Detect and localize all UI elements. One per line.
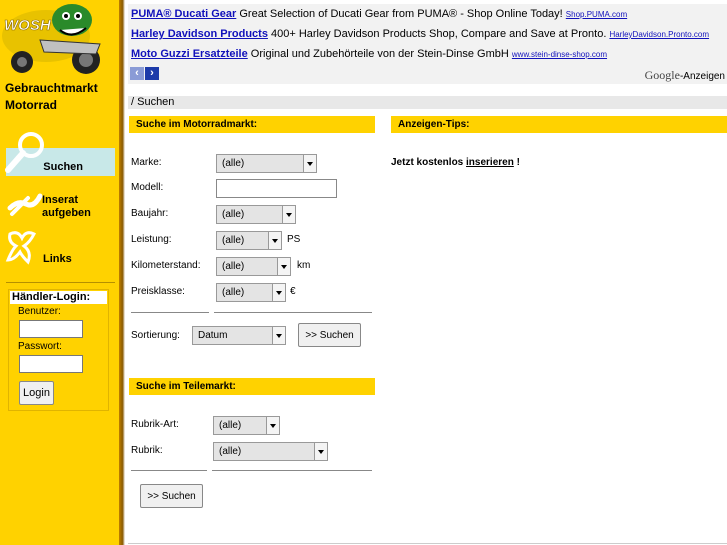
sidebar-shadow (119, 0, 125, 545)
ad-text: Great Selection of Ducati Gear from PUMA… (236, 8, 566, 20)
ads-suffix: -Anzeigen (679, 71, 725, 82)
ad-url-link[interactable]: Shop.PUMA.com (566, 10, 627, 19)
preisklasse-select[interactable]: (alle) (216, 283, 286, 302)
nav-label-links: Links (43, 253, 72, 265)
ad-panel: PUMA® Ducati Gear Great Selection of Duc… (128, 4, 727, 84)
leistung-value: (alle) (222, 235, 245, 246)
form-divider (212, 470, 372, 471)
marke-value: (alle) (222, 158, 245, 169)
ad-url-link[interactable]: HarleyDavidson.Pronto.com (609, 30, 709, 39)
dealer-login-box: Händler-Login: Benutzer: Passwort: Login (8, 289, 109, 411)
rubrik-art-select[interactable]: (alle) (213, 416, 280, 435)
tips-text-before: Jetzt kostenlos (391, 157, 467, 168)
ad-url-link[interactable]: www.stein-dinse-shop.com (512, 50, 607, 59)
username-label: Benutzer: (18, 306, 61, 317)
login-button[interactable]: Login (19, 381, 54, 405)
ad-text: Original und Zubehörteile von der Stein-… (247, 48, 512, 60)
brand-title: Gebrauchtmarkt Motorrad (5, 80, 98, 114)
rubrik-select[interactable]: (alle) (213, 442, 328, 461)
nav-item-links[interactable]: Links (5, 230, 115, 268)
baujahr-label: Baujahr: (131, 208, 169, 219)
ad-text: 400+ Harley Davidson Products Shop, Comp… (267, 28, 610, 40)
breadcrumb: / Suchen (128, 96, 727, 109)
login-title: Händler-Login: (10, 291, 107, 304)
preisklasse-label: Preisklasse: (131, 286, 185, 297)
tips-header: Anzeigen-Tips: (391, 116, 727, 133)
svg-text:WOSH: WOSH (4, 17, 52, 34)
ad-title-link[interactable]: PUMA® Ducati Gear (131, 8, 236, 20)
chevron-down-icon (314, 443, 327, 460)
nav-label-suchen: Suchen (43, 161, 83, 173)
nav-item-inserat[interactable]: Inserat aufgeben (6, 190, 115, 224)
pen-icon (7, 193, 43, 216)
ad-title-link[interactable]: Moto Guzzi Ersatzteile (131, 48, 248, 60)
ad-prev-button[interactable]: ‹ (130, 67, 144, 80)
ad-item: PUMA® Ducati Gear Great Selection of Duc… (131, 8, 627, 20)
links-icon (5, 231, 37, 265)
kilometerstand-select[interactable]: (alle) (216, 257, 291, 276)
leistung-label: Leistung: (131, 234, 172, 245)
ad-item: Harley Davidson Products 400+ Harley Dav… (131, 28, 709, 40)
baujahr-value: (alle) (222, 209, 245, 220)
chevron-down-icon (266, 417, 279, 434)
brand-line-1: Gebrauchtmarkt (5, 81, 98, 95)
ad-item: Moto Guzzi Ersatzteile Original und Zube… (131, 48, 607, 60)
teile-search-header: Suche im Teilemarkt: (129, 378, 375, 395)
brand-line-2: Motorrad (5, 98, 57, 112)
google-logo: Google (644, 68, 680, 82)
nav-label-inserat: Inserat aufgeben (42, 194, 91, 219)
site-logo[interactable]: WOSH (0, 0, 119, 78)
chevron-down-icon (303, 155, 316, 172)
chevron-down-icon (272, 327, 285, 344)
motorrad-search-button[interactable]: >> Suchen (298, 323, 361, 347)
modell-label: Modell: (131, 182, 164, 193)
nav-item-suchen[interactable]: Suchen (5, 132, 115, 176)
insert-ad-link[interactable]: inserieren (466, 157, 514, 168)
sortierung-label: Sortierung: (131, 330, 180, 341)
form-divider (131, 470, 207, 471)
chevron-down-icon (282, 206, 295, 223)
rubrik-art-label: Rubrik-Art: (131, 419, 179, 430)
form-divider (214, 312, 372, 313)
tips-text-after: ! (513, 157, 520, 168)
rubrik-value: (alle) (219, 446, 242, 457)
tips-text: Jetzt kostenlos inserieren ! (391, 157, 520, 168)
form-divider (131, 312, 209, 313)
sidebar: WOSH Gebrauchtmarkt Motorrad Suchen Inse… (0, 0, 119, 545)
password-label: Passwort: (18, 341, 62, 352)
sidebar-divider (6, 282, 115, 283)
kilometerstand-unit: km (297, 260, 311, 271)
rubrik-label: Rubrik: (131, 445, 163, 456)
chevron-down-icon (272, 284, 285, 301)
ad-next-button[interactable]: › (145, 67, 159, 80)
username-input[interactable] (19, 320, 83, 338)
motorrad-search-header: Suche im Motorradmarkt: (129, 116, 375, 133)
chevron-right-icon: › (150, 67, 154, 79)
preisklasse-unit: € (290, 286, 296, 297)
chevron-down-icon (268, 232, 281, 249)
sortierung-select[interactable]: Datum (192, 326, 286, 345)
google-ads-label[interactable]: Google-Anzeigen (645, 68, 725, 83)
leistung-select[interactable]: (alle) (216, 231, 282, 250)
ad-title-link[interactable]: Harley Davidson Products (131, 28, 268, 40)
footer-divider (128, 543, 727, 544)
marke-label: Marke: (131, 157, 162, 168)
preisklasse-value: (alle) (222, 287, 245, 298)
leistung-unit: PS (287, 234, 301, 245)
chevron-down-icon (277, 258, 290, 275)
kilometerstand-value: (alle) (222, 261, 245, 272)
baujahr-select[interactable]: (alle) (216, 205, 296, 224)
chevron-left-icon: ‹ (135, 67, 139, 79)
rubrik-art-value: (alle) (219, 420, 242, 431)
teile-search-button[interactable]: >> Suchen (140, 484, 203, 508)
modell-input[interactable] (216, 179, 337, 198)
kilometerstand-label: Kilometerstand: (131, 260, 201, 271)
password-input[interactable] (19, 355, 83, 373)
sortierung-value: Datum (198, 330, 228, 341)
marke-select[interactable]: (alle) (216, 154, 317, 173)
